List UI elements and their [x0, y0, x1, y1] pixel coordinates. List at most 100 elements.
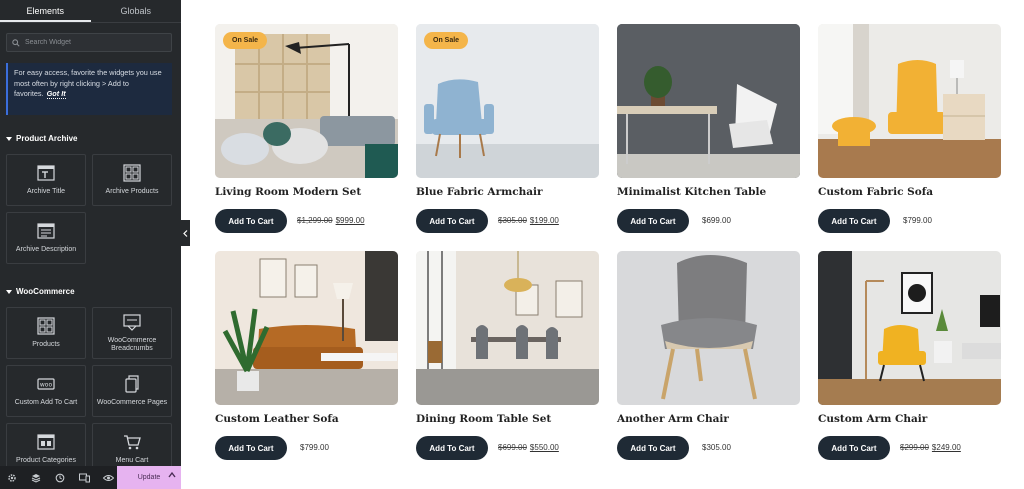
product-title[interactable]: Custom Arm Chair	[818, 413, 927, 425]
widget-label: Custom Add To Cart	[14, 398, 78, 406]
widget-label: Archive Title	[26, 187, 66, 195]
layers-icon	[31, 473, 41, 483]
cart-icon	[124, 435, 141, 450]
product-title[interactable]: Living Room Modern Set	[215, 186, 361, 198]
responsive-button[interactable]	[72, 466, 96, 489]
product-price: $799.00	[297, 443, 329, 452]
widget-products[interactable]: Products	[6, 307, 86, 359]
product-image[interactable]	[215, 251, 398, 405]
widget-archive-products[interactable]: Archive Products	[92, 154, 172, 206]
add-to-cart-button[interactable]: Add To Cart	[416, 209, 488, 233]
widget-woocommerce-pages[interactable]: WooCommerce Pages	[92, 365, 172, 417]
widget-archive-description[interactable]: Archive Description	[6, 212, 86, 264]
product-price: $305.00 $199.00	[498, 216, 559, 225]
settings-button[interactable]	[0, 466, 24, 489]
section-title: WooCommerce	[16, 287, 75, 296]
add-to-cart-button[interactable]: Add To Cart	[617, 209, 689, 233]
update-button[interactable]: Update	[117, 466, 181, 489]
widget-label: WooCommerce Breadcrumbs	[107, 336, 157, 353]
add-to-cart-button[interactable]: Add To Cart	[215, 209, 287, 233]
chevron-up-icon[interactable]	[168, 471, 176, 479]
search-widget-box[interactable]	[6, 33, 172, 52]
product-image[interactable]	[617, 251, 800, 405]
widget-label: Product Categories	[16, 456, 76, 464]
search-input[interactable]	[25, 39, 155, 46]
sale-price: $999.00	[335, 216, 365, 225]
collapse-panel-toggle[interactable]	[181, 220, 190, 246]
archive-products-icon	[123, 164, 141, 182]
product-title[interactable]: Another Arm Chair	[617, 413, 729, 425]
add-to-cart-button[interactable]: Add To Cart	[215, 436, 287, 460]
sale-price: $799.00	[903, 216, 932, 225]
history-button[interactable]	[48, 466, 72, 489]
preview-icon	[102, 474, 114, 481]
favorites-tip: For easy access, favorite the widgets yo…	[6, 63, 172, 115]
archive-description-icon	[37, 223, 55, 239]
product-title[interactable]: Custom Fabric Sofa	[818, 186, 933, 198]
history-icon	[55, 473, 65, 482]
pages-icon	[125, 375, 139, 393]
regular-price: $299.00	[900, 443, 929, 452]
add-to-cart-button[interactable]: Add To Cart	[617, 436, 689, 460]
regular-price: $699.00	[498, 443, 527, 452]
caret-down-icon	[6, 136, 12, 141]
widget-label: WooCommerce Pages	[96, 398, 168, 406]
sale-price: $249.00	[931, 443, 961, 452]
product-image[interactable]: On Sale	[215, 24, 398, 178]
product-title[interactable]: Blue Fabric Armchair	[416, 186, 543, 198]
widget-label: Menu Cart	[115, 456, 149, 464]
breadcrumbs-icon	[123, 313, 141, 331]
responsive-icon	[78, 473, 90, 482]
product-price: $699.00 $550.00	[498, 443, 559, 452]
on-sale-badge: On Sale	[223, 32, 268, 49]
sale-price: $699.00	[702, 216, 731, 225]
tab-elements[interactable]: Elements	[0, 0, 91, 22]
got-it-link[interactable]: Got It	[46, 89, 66, 99]
widget-woocommerce-breadcrumbs[interactable]: WooCommerce Breadcrumbs	[92, 307, 172, 359]
panel-footer: Update	[0, 466, 181, 489]
categories-icon	[37, 434, 55, 450]
add-to-cart-button[interactable]: Add To Cart	[416, 436, 488, 460]
panel-tabs: Elements Globals	[0, 0, 181, 23]
sale-price: $199.00	[529, 216, 559, 225]
sale-price: $550.00	[529, 443, 559, 452]
archive-title-icon	[37, 165, 55, 181]
product-price: $305.00	[699, 443, 731, 452]
product-image[interactable]	[818, 251, 1001, 405]
update-label: Update	[137, 474, 161, 481]
search-icon	[12, 38, 20, 47]
product-price: $299.00 $249.00	[900, 443, 961, 452]
on-sale-badge: On Sale	[424, 32, 469, 49]
navigator-button[interactable]	[24, 466, 48, 489]
product-title[interactable]: Custom Leather Sofa	[215, 413, 339, 425]
product-image[interactable]: On Sale	[416, 24, 599, 178]
section-product-archive[interactable]: Product Archive	[6, 134, 78, 143]
settings-icon	[8, 473, 16, 482]
product-price: $1,299.00 $999.00	[297, 216, 365, 225]
sale-price: $799.00	[300, 443, 329, 452]
add-to-cart-button[interactable]: Add To Cart	[818, 209, 890, 233]
section-woocommerce[interactable]: WooCommerce	[6, 287, 75, 296]
widget-custom-add-to-cart[interactable]: woo Custom Add To Cart	[6, 365, 86, 417]
product-image[interactable]	[617, 24, 800, 178]
widget-label: Archive Products	[105, 187, 159, 195]
product-image[interactable]	[416, 251, 599, 405]
product-image[interactable]	[818, 24, 1001, 178]
tab-globals[interactable]: Globals	[91, 0, 182, 22]
add-to-cart-icon: woo	[37, 378, 55, 390]
widget-archive-title[interactable]: Archive Title	[6, 154, 86, 206]
widget-label: Archive Description	[15, 245, 77, 253]
add-to-cart-button[interactable]: Add To Cart	[818, 436, 890, 460]
widgets-panel: Elements Globals For easy access, favori…	[0, 0, 181, 489]
sale-price: $305.00	[702, 443, 731, 452]
chevron-left-icon	[183, 229, 188, 237]
product-title[interactable]: Minimalist Kitchen Table	[617, 186, 766, 198]
regular-price: $305.00	[498, 216, 527, 225]
products-icon	[37, 317, 55, 335]
product-price: $699.00	[699, 216, 731, 225]
svg-text:woo: woo	[40, 381, 53, 388]
tip-text: For easy access, favorite the widgets yo…	[14, 68, 162, 98]
product-price: $799.00	[900, 216, 932, 225]
caret-down-icon	[6, 289, 12, 294]
product-title[interactable]: Dining Room Table Set	[416, 413, 551, 425]
